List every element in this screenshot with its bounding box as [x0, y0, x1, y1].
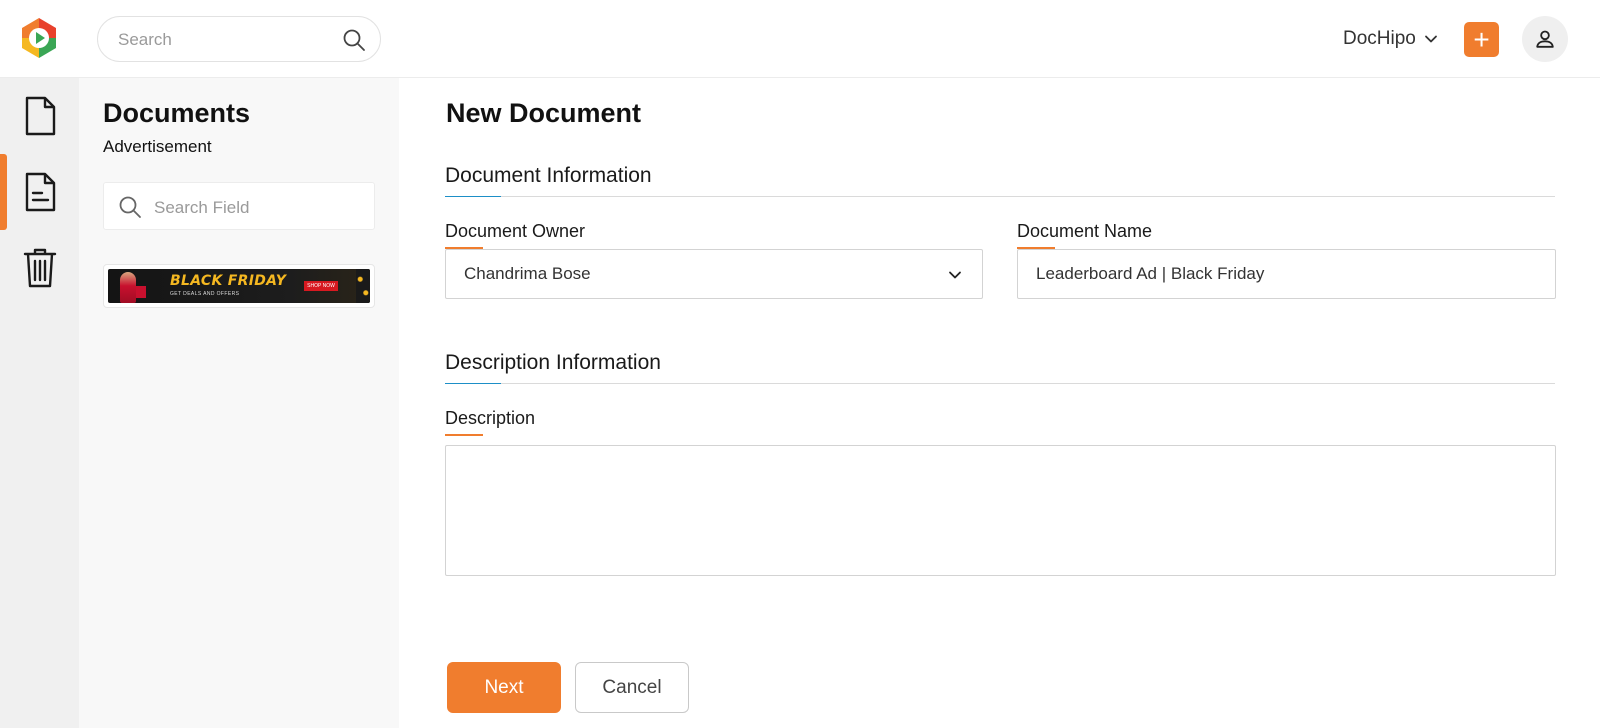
- plus-icon: +: [1473, 23, 1490, 55]
- banner-headline: BLACK FRIDAY: [170, 273, 287, 289]
- chevron-down-icon: [1424, 35, 1437, 43]
- rail-item-document-details[interactable]: [0, 154, 79, 230]
- chevron-down-icon: [949, 271, 961, 279]
- global-search: [97, 16, 381, 62]
- documents-panel: Documents Advertisement BLACK FRIDAY GET…: [79, 78, 399, 728]
- workspace-label: DocHipo: [1343, 28, 1416, 49]
- shopping-bag-icon: [136, 286, 146, 298]
- document-icon: [25, 96, 55, 136]
- top-bar: DocHipo +: [0, 0, 1600, 78]
- next-button[interactable]: Next: [447, 662, 561, 713]
- section-title-document-information: Document Information: [445, 164, 652, 187]
- banner-tagline: GET DEALS AND OFFERS: [170, 291, 240, 297]
- document-owner-value: Chandrima Bose: [464, 264, 591, 283]
- add-button[interactable]: +: [1464, 22, 1499, 57]
- document-owner-label: Document Owner: [445, 221, 586, 249]
- panel-subtitle: Advertisement: [103, 137, 212, 156]
- description-textarea[interactable]: [445, 445, 1556, 576]
- document-thumbnail[interactable]: BLACK FRIDAY GET DEALS AND OFFERS SHOP N…: [103, 264, 375, 308]
- workspace-dropdown[interactable]: DocHipo: [1343, 26, 1438, 52]
- section-divider: [445, 383, 1555, 384]
- global-search-input[interactable]: [118, 29, 328, 51]
- search-icon: [119, 196, 141, 218]
- section-divider: [445, 196, 1555, 197]
- rail-item-trash[interactable]: [0, 230, 79, 306]
- section-title-description-information: Description Information: [445, 351, 661, 374]
- gold-confetti: [356, 269, 370, 303]
- document-name-value: Leaderboard Ad | Black Friday: [1036, 264, 1265, 283]
- panel-title: Documents: [103, 98, 251, 128]
- document-owner-select[interactable]: Chandrima Bose: [445, 249, 983, 299]
- document-name-label: Document Name: [1017, 221, 1153, 249]
- banner-cta: SHOP NOW: [304, 281, 338, 291]
- icon-rail: [0, 78, 79, 728]
- field-search: [103, 182, 375, 230]
- description-label: Description: [445, 408, 536, 436]
- user-icon: [1536, 30, 1554, 48]
- user-avatar[interactable]: [1522, 16, 1568, 62]
- model-figure: [120, 272, 136, 303]
- page-title: New Document: [446, 98, 642, 128]
- dochipo-logo-icon[interactable]: [18, 16, 60, 60]
- field-search-input[interactable]: [154, 197, 354, 219]
- document-name-field[interactable]: Leaderboard Ad | Black Friday: [1017, 249, 1556, 299]
- rail-item-documents[interactable]: [0, 78, 79, 154]
- trash-icon: [23, 248, 56, 288]
- document-lines-icon: [25, 172, 55, 212]
- cancel-button[interactable]: Cancel: [575, 662, 689, 713]
- search-icon[interactable]: [342, 28, 366, 52]
- main-content: New Document Document Information Docume…: [399, 78, 1600, 728]
- black-friday-banner: BLACK FRIDAY GET DEALS AND OFFERS SHOP N…: [108, 269, 370, 303]
